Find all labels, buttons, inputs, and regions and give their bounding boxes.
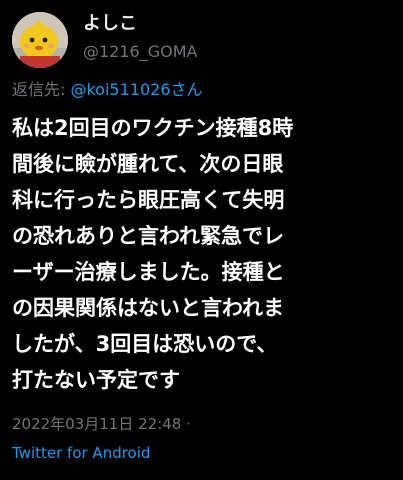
tweet-text-line: の因果関係はないと言われま [12, 296, 284, 320]
tweet-timestamp[interactable]: 2022年03月11日 22:48 · [12, 414, 191, 434]
tweet-text: 私は2回目のワクチン接種8時 間後に瞼が腫れて、次の日眼 科に行ったら眼圧高くて… [12, 110, 398, 398]
user-handle[interactable]: @1216_GOMA [83, 42, 197, 62]
tweet-text-line: の恐れありと言われ緊急でレ [12, 224, 284, 248]
tweet-card: よしこ @1216_GOMA 返信先: @koi511026さん 私は2回目のワ… [0, 0, 403, 480]
yellow-character-avatar-icon [12, 12, 68, 68]
tweet-source-link[interactable]: Twitter for Android [12, 443, 150, 463]
tweet-text-line: 科に行ったら眼圧高くて失明 [12, 188, 285, 212]
reply-prefix-label: 返信先: [12, 80, 71, 99]
tweet-text-line: したが、3回目は恐いので、 [12, 332, 278, 356]
tweet-text-line: ーザー治療しました。接種と [12, 260, 285, 284]
tweet-text-line: 私は2回目のワクチン接種8時 [12, 116, 294, 140]
avatar[interactable] [12, 12, 68, 68]
tweet-text-line: 間後に瞼が腫れて、次の日眼 [12, 152, 284, 176]
tweet-text-line: 打たない予定です [12, 368, 180, 392]
display-name[interactable]: よしこ [83, 12, 137, 36]
reply-to-line: 返信先: @koi511026さん [12, 80, 203, 100]
reply-target-link[interactable]: @koi511026さん [70, 80, 202, 99]
